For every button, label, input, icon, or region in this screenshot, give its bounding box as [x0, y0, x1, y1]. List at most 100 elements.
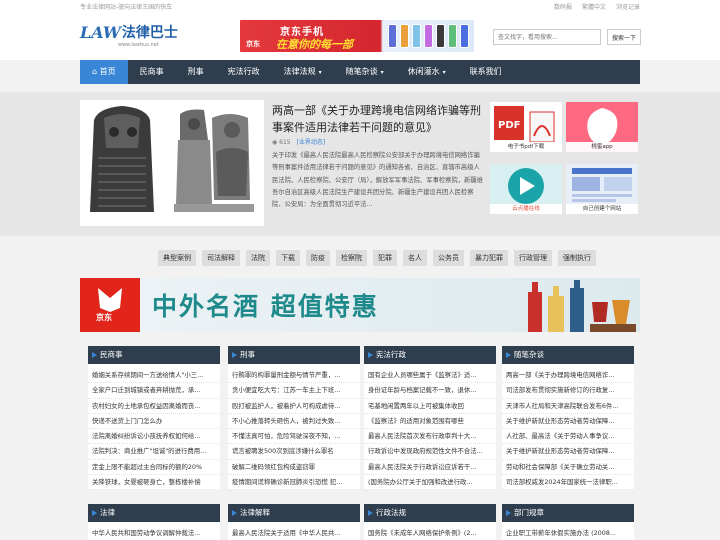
section-constitutional-admin: 宪法行政 国有企业人员哪些属于《监察法》适... 身份证年龄与档案记载不一致，退…: [364, 346, 496, 491]
nav-item-civil-commercial[interactable]: 民商事: [128, 60, 176, 84]
section-header[interactable]: 宪法行政: [364, 346, 496, 364]
list-item[interactable]: 法院判决：商业推广"坦诚"的进行费用...: [88, 444, 220, 460]
list-item[interactable]: 企业职工带薪年休假实施办法 (2008...: [502, 526, 634, 540]
tile-ebook-pdf[interactable]: PDF 电子书pdf下载: [490, 102, 562, 152]
list-item[interactable]: 身份证年龄与档案记载不一致，退休...: [364, 383, 496, 399]
list-item[interactable]: 贪小便宜吃大亏：江苏一车主上下班...: [228, 383, 360, 399]
nav-item-essays[interactable]: 随笔杂谈 ▾: [334, 60, 396, 84]
nav-item-leisure[interactable]: 休闲灌水 ▾: [396, 60, 458, 84]
list-item[interactable]: 不小心推落转头砸伤人，被判过失致...: [228, 414, 360, 430]
phone-image: [460, 24, 469, 48]
section-header[interactable]: 部门规章: [502, 504, 634, 522]
tag-civil-servant[interactable]: 公务员: [433, 250, 464, 266]
list-item[interactable]: 不懂法真可怕，危险驾驶深夜不知，...: [228, 429, 360, 445]
list-item[interactable]: 行政诉讼中发现政府规范性文件不合法...: [364, 444, 496, 460]
list-item[interactable]: 快递不送货上门门怎么办: [88, 414, 220, 430]
tag-judicial-interpretation[interactable]: 司法解释: [202, 250, 240, 266]
section-header[interactable]: 随笔杂谈: [502, 346, 634, 364]
list-item[interactable]: 关于维护新就业形态劳动者劳动保障...: [502, 444, 634, 460]
tag-typical-cases[interactable]: 典型案例: [158, 250, 196, 266]
logo-url: www.lawbus.net: [118, 42, 159, 48]
list-item[interactable]: 国务院《未成年人网络保护条例》(2...: [364, 526, 496, 540]
list-item[interactable]: 国有企业人员哪些属于《监察法》适...: [364, 368, 496, 384]
featured-title[interactable]: 两高一部《关于办理跨境电信网络诈骗等刑事案件适用法律若干问题的意见》: [272, 102, 482, 136]
list-item[interactable]: 全家户口迁到城镇或者弃耕抛荒，承...: [88, 383, 220, 399]
site-slogan: 专业法律网站-驶向法律王国的快车: [80, 4, 173, 11]
section-legal-interpretation: 法律解释 最高人民法院关于适用《中华人民共...: [228, 504, 360, 540]
tag-enforcement[interactable]: 强制执行: [558, 250, 596, 266]
section-header[interactable]: 法律: [88, 504, 220, 522]
wine-ad-banner[interactable]: 京东 中外名酒 超值特惠: [80, 278, 640, 332]
section-civil-commercial: 民商事 婚姻关系存续期间一方送给情人"小三... 全家户口迁到城镇或者弃耕抛荒，…: [88, 346, 220, 491]
list-item[interactable]: 宅基地闲置两年以上可被集体收回: [364, 399, 496, 414]
tile-taomi-app[interactable]: 桃蜜app: [566, 102, 638, 152]
nav-label: 法律法规: [283, 67, 316, 76]
list-item[interactable]: 谎言被聘发500次到底涉嫌什么罪名: [228, 444, 360, 460]
tag-download[interactable]: 下载: [276, 250, 300, 266]
list-item[interactable]: 天津市人社局和天津高院联合发布6件...: [502, 399, 634, 414]
nav-label: 民商事: [139, 67, 164, 76]
phone-image: [448, 24, 457, 48]
list-item[interactable]: 关降铁球，女婴被砸身亡，整栋楼补偿: [88, 475, 220, 491]
list-item[interactable]: (国务院办公厅关于加强和改进行政...: [364, 475, 496, 491]
nav-label: 首页: [99, 67, 116, 76]
site-logo[interactable]: LAW 法律巴士 www.lawbus.net: [80, 22, 178, 49]
section-header[interactable]: 刑事: [228, 346, 360, 364]
list-item[interactable]: 司法部发布贯彻实施新修订的行政复...: [502, 383, 634, 399]
list-item[interactable]: 两高一部《关于办理跨境电信网络诈...: [502, 368, 634, 384]
nav-item-laws-regulations[interactable]: 法律法规 ▾: [272, 60, 334, 84]
section-essays: 随笔杂谈 两高一部《关于办理跨境电信网络诈... 司法部发布贯彻实施新修订的行政…: [502, 346, 634, 491]
section-department-rules: 部门规章 企业职工带薪年休假实施办法 (2008...: [502, 504, 634, 540]
list-item[interactable]: 人社部、最高法《关于劳动人事争议...: [502, 429, 634, 445]
list-item[interactable]: 破解二维码领红包构成盗窃罪: [228, 460, 360, 476]
tag-crime[interactable]: 犯罪: [373, 250, 397, 266]
list-item[interactable]: 中华人民共和国劳动争议调解仲裁法...: [88, 526, 220, 540]
list-item[interactable]: 殴打被监护人，被着护人可构成虐待...: [228, 399, 360, 414]
section-header[interactable]: 行政法规: [364, 504, 496, 522]
nav-item-constitutional-admin[interactable]: 宪法行政: [216, 60, 272, 84]
list-item[interactable]: 疫情期间谎称确诊新冠肺炎引恐慌 犯...: [228, 475, 360, 491]
tag-court[interactable]: 法院: [246, 250, 270, 266]
nav-item-home[interactable]: ⌂ 首页: [80, 60, 128, 84]
section-header[interactable]: 法律解释: [228, 504, 360, 522]
featured-excerpt: 关于印发《最高人民法院最高人民检察院公安部关于办理跨境电信网络诈骗等刑事案件适用…: [272, 152, 483, 209]
link-traditional-chinese[interactable]: 繁體中文: [582, 2, 606, 11]
list-item[interactable]: 定金上限不能超过主合同标的额的20%: [88, 460, 220, 476]
tag-violent-crime[interactable]: 暴力犯罪: [470, 250, 508, 266]
featured-image[interactable]: [80, 100, 264, 226]
tag-admin-management[interactable]: 行政管理: [514, 250, 552, 266]
section-criminal: 刑事 行贿罪的构罪量刑金额与情节严重，... 贪小便宜吃大亏：江苏一车主上下班.…: [228, 346, 360, 491]
tile-cloud-vod[interactable]: 云点播在线: [490, 164, 562, 214]
search-button[interactable]: 搜索一下: [607, 29, 641, 45]
tag-celebrity[interactable]: 名人: [403, 250, 427, 266]
list-item[interactable]: 司法部权威发2024年国家统一法律职...: [502, 475, 634, 491]
nav-item-criminal[interactable]: 刑事: [176, 60, 216, 84]
list-item[interactable]: 婚姻关系存续期间一方送给情人"小三...: [88, 368, 220, 384]
section-header[interactable]: 民商事: [88, 346, 220, 364]
stele-illustration: [80, 100, 264, 226]
nav-item-contact[interactable]: 联系我们: [458, 60, 514, 84]
list-item[interactable]: 行贿罪的构罪量刑金额与情节严重，...: [228, 368, 360, 384]
svg-text:PDF: PDF: [498, 120, 520, 131]
wine-bottles-image: [528, 280, 636, 332]
list-item[interactable]: 最高人民法院关于适用《中华人民共...: [228, 526, 360, 540]
featured-category[interactable]: [业界动态]: [297, 139, 326, 146]
tile-build-website[interactable]: 自己创建个网站: [566, 164, 638, 214]
list-item[interactable]: 劳动和社会保障部《关于确立劳动关...: [502, 460, 634, 476]
link-browse-history[interactable]: 浏览记录: [616, 2, 640, 11]
nav-label: 联系我们: [469, 67, 502, 76]
tag-procuratorate[interactable]: 检察院: [336, 250, 367, 266]
list-item[interactable]: 《监察法》的适用对象范围有哪些: [364, 414, 496, 430]
logo-name: 法律巴士: [121, 25, 178, 41]
list-item[interactable]: 法院离婚纠纷诉讼小孩抚养权如何给...: [88, 429, 220, 445]
section-laws: 法律 中华人民共和国劳动争议调解仲裁法...: [88, 504, 220, 540]
tag-cloud: 典型案例 司法解释 法院 下载 防疫 检察院 犯罪 名人 公务员 暴力犯罪 行政…: [158, 250, 596, 266]
list-item[interactable]: 最高人民法院首次发布行政审判十大...: [364, 429, 496, 445]
link-digital-paper[interactable]: 数码报: [554, 2, 572, 11]
list-item[interactable]: 农村妇女的土地承包权益因离婚而丧...: [88, 399, 220, 414]
search-input[interactable]: [493, 29, 601, 45]
list-item[interactable]: 最高人民法院关于行政诉讼应诉若干...: [364, 460, 496, 476]
list-item[interactable]: 关于维护新就业形态劳动者劳动保障...: [502, 414, 634, 430]
header-ad-banner[interactable]: 京东 京东手机 在意你的每一部: [240, 20, 474, 52]
tag-epidemic[interactable]: 防疫: [306, 250, 330, 266]
